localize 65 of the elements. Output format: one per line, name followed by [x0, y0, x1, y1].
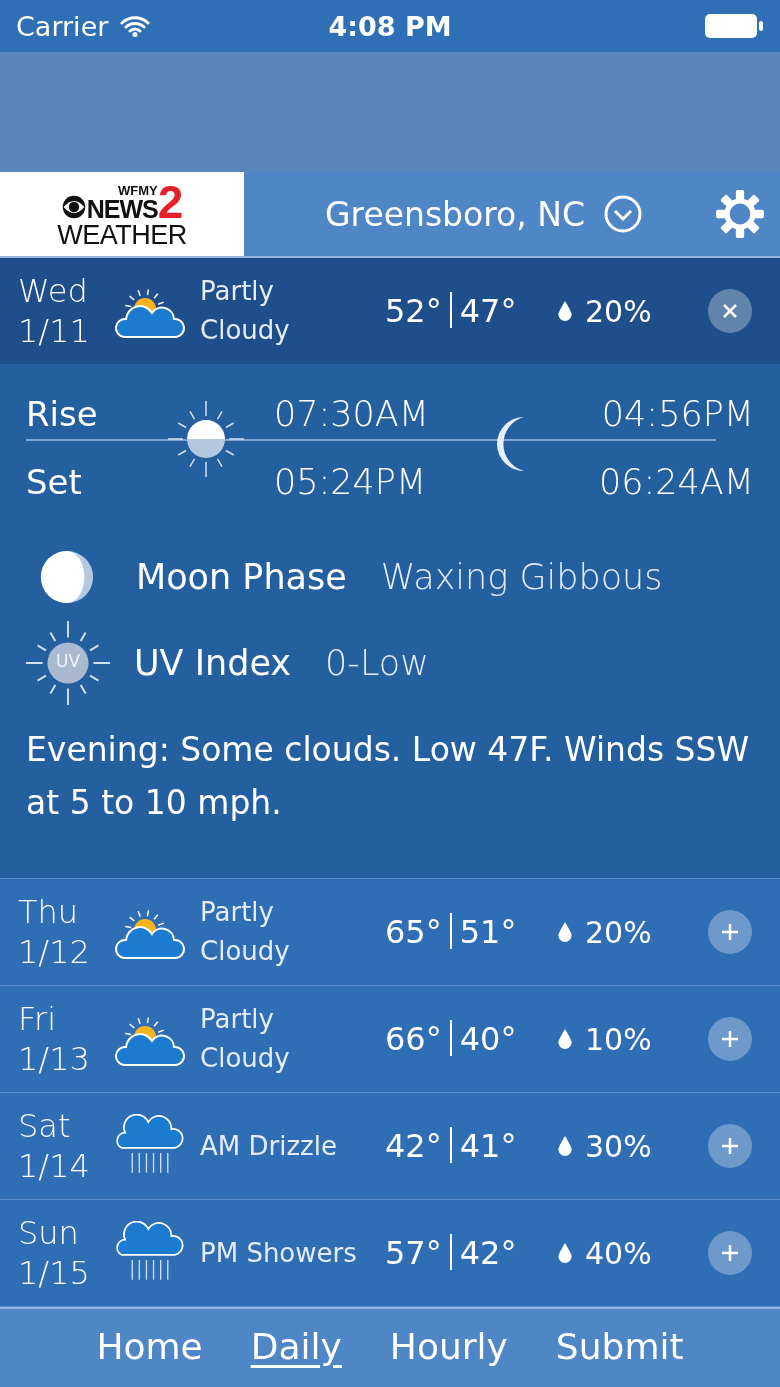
day-name: Sat: [18, 1106, 72, 1146]
raindrop-icon: [557, 1028, 573, 1050]
nav-tab[interactable]: Daily: [250, 1325, 342, 1371]
moon-phase-value: Waxing Gibbous: [380, 557, 663, 597]
eye-icon: [60, 194, 87, 221]
day-name: Fri: [18, 999, 58, 1039]
dropdown-icon[interactable]: [603, 194, 643, 234]
day-name: Wed: [18, 271, 89, 311]
day-date: 1/12: [18, 932, 91, 972]
status-time: 4:08 PM: [328, 10, 452, 42]
logo-text: WFMY: [118, 184, 158, 198]
nav-tab[interactable]: Hourly: [389, 1325, 508, 1371]
battery-icon: [704, 13, 764, 39]
uv-index-value: 0-Low: [325, 643, 429, 683]
raindrop-icon: [557, 921, 573, 943]
logo-text: NEWS: [86, 197, 158, 223]
carrier-name: Carrier: [16, 10, 109, 42]
day-name: Thu: [18, 892, 80, 932]
temperature-text: 52° 47°: [385, 292, 518, 330]
sun-icon: [166, 399, 246, 479]
wifi-icon: [120, 15, 151, 37]
condition-text: Partly Cloudy: [200, 896, 291, 968]
day-row[interactable]: Wed 1/11 Partly Cloudy 52° 47° 20%: [0, 258, 780, 364]
temperature-text: 42° 41°: [385, 1127, 518, 1165]
sunset-time: 05:24PM: [274, 462, 427, 502]
day-date: 1/11: [18, 311, 91, 351]
precip-chance: 30%: [585, 1128, 653, 1164]
nav-tab[interactable]: Home: [96, 1325, 203, 1371]
moonrise-time: 04:56PM: [601, 394, 754, 434]
logo-number: 2: [157, 182, 184, 223]
condition-text: PM Showers: [200, 1236, 358, 1270]
day-date: 1/13: [18, 1039, 91, 1079]
rise-label: Rise: [26, 394, 98, 434]
precip-chance: 10%: [585, 1021, 653, 1057]
logo-text: WEATHER: [57, 222, 187, 250]
raindrop-icon: [557, 1242, 573, 1264]
plus-icon[interactable]: [708, 910, 752, 954]
moonset-time: 06:24AM: [599, 462, 754, 502]
precip-chance: 20%: [585, 293, 653, 329]
temperature-text: 66° 40°: [385, 1020, 518, 1058]
condition-text: Partly Cloudy: [200, 1003, 291, 1075]
moon-phase-icon: [38, 548, 96, 606]
temperature-text: 65° 51°: [385, 913, 518, 951]
moon-phase-label: Moon Phase: [136, 557, 347, 597]
temperature-text: 57° 42°: [385, 1234, 518, 1272]
uv-index-label: UV Index: [134, 643, 292, 683]
plus-icon[interactable]: [708, 1017, 752, 1061]
condition-text: Partly Cloudy: [200, 275, 291, 347]
precip-chance: 20%: [585, 914, 653, 950]
plus-icon[interactable]: [708, 1231, 752, 1275]
set-label: Set: [26, 462, 82, 502]
raindrop-icon: [557, 1135, 573, 1157]
day-date: 1/14: [18, 1146, 91, 1186]
raindrop-icon: [557, 300, 573, 322]
forecast-text: Evening: Some clouds. Low 47F. Winds SSW at 5 to 10 mph.: [26, 729, 751, 824]
day-name: Sun: [18, 1213, 80, 1253]
close-icon[interactable]: [708, 289, 752, 333]
day-date: 1/15: [18, 1253, 91, 1293]
plus-icon[interactable]: [708, 1124, 752, 1168]
location-name[interactable]: Greensboro, NC: [325, 194, 585, 234]
precip-chance: 40%: [585, 1235, 653, 1271]
settings-icon[interactable]: [714, 188, 766, 240]
condition-text: AM Drizzle: [200, 1129, 338, 1163]
sunrise-time: 07:30AM: [274, 394, 429, 434]
nav-tab[interactable]: Submit: [555, 1325, 684, 1371]
